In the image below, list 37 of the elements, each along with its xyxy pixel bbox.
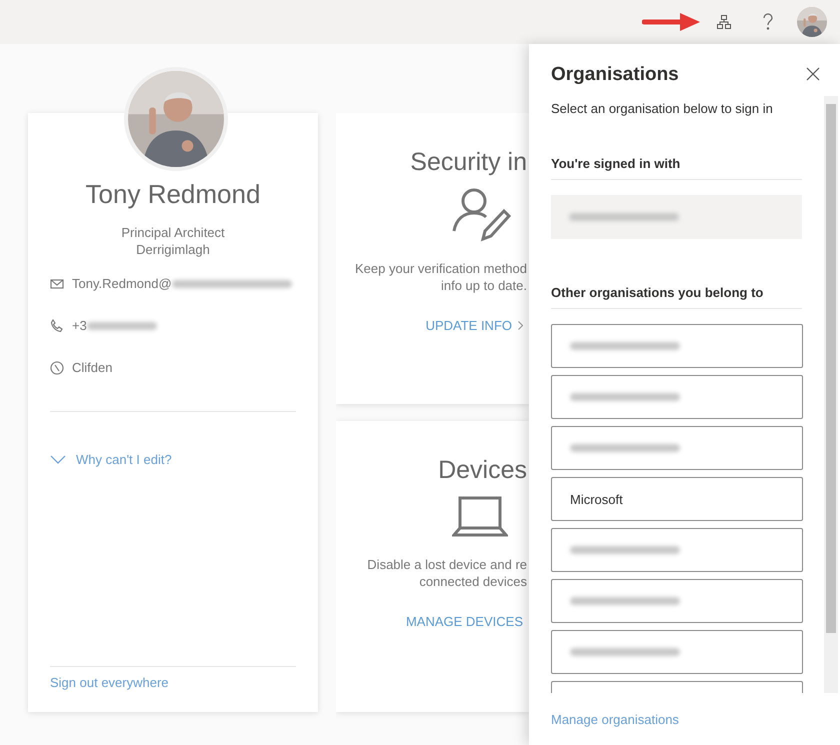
contact-text: Clifden <box>72 360 112 375</box>
organisation-option[interactable] <box>551 528 803 572</box>
user-edit-icon <box>452 187 512 243</box>
card-action-link[interactable]: MANAGE DEVICES <box>406 614 523 629</box>
manage-organisations-link[interactable]: Manage organisations <box>551 712 679 727</box>
organisation-option[interactable]: Microsoft <box>551 477 803 521</box>
sign-out-link[interactable]: Sign out everywhere <box>50 675 296 690</box>
organisation-option[interactable] <box>551 426 803 470</box>
card-action-link[interactable]: UPDATE INFO <box>426 318 523 333</box>
why-cant-i-edit-link[interactable]: Why can't I edit? <box>50 452 296 467</box>
card-description: Disable a lost device and re <box>367 556 527 573</box>
arrow-icon <box>642 12 702 32</box>
profile-name: Tony Redmond <box>84 179 262 210</box>
section-heading: Other organisations you belong to <box>551 285 802 309</box>
contact-text: +3 <box>72 318 87 333</box>
panel-subtitle: Select an organisation below to sign in <box>551 101 774 116</box>
laptop-icon <box>452 495 508 539</box>
card-title: Devices <box>438 456 527 485</box>
organisation-option[interactable] <box>551 324 803 368</box>
card-description: connected devices <box>419 573 527 590</box>
phone-icon <box>50 319 64 333</box>
organisation-option[interactable] <box>551 375 803 419</box>
panel-title: Organisations <box>551 64 679 86</box>
chevron-down-icon <box>50 455 66 464</box>
office-location: Derrigimlagh <box>135 241 211 258</box>
job-title: Principal Architect <box>120 224 226 241</box>
organisation-option[interactable] <box>551 630 803 674</box>
close-icon[interactable] <box>806 67 822 83</box>
card-description: Keep your verification method <box>355 260 527 277</box>
card-description: info up to date. <box>440 277 527 294</box>
organisation-option[interactable] <box>551 579 803 623</box>
mail-icon <box>50 277 64 291</box>
scrollbar[interactable] <box>824 96 838 693</box>
contact-text: Tony.Redmond@ <box>72 276 172 291</box>
card-title: Security in <box>410 148 527 177</box>
compass-icon <box>50 361 64 375</box>
section-heading: You're signed in with <box>551 156 802 180</box>
